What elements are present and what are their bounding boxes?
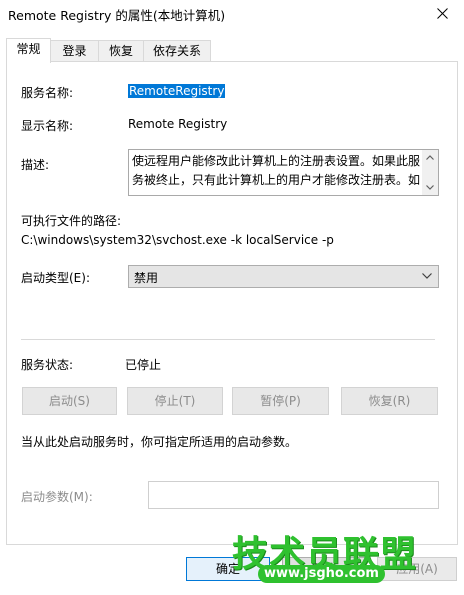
service-status-label: 服务状态: [21, 358, 74, 372]
description-scrollbar[interactable] [422, 150, 438, 195]
start-params-input[interactable] [148, 481, 439, 509]
description-box[interactable]: 使远程用户能修改此计算机上的注册表设置。如果此服务被终止，只有此计算机上的用户才… [128, 149, 439, 196]
startup-type-label: 启动类型(E): [21, 271, 90, 285]
title-bar: Remote Registry 的属性(本地计算机) [0, 0, 464, 28]
description-label: 描述: [21, 158, 50, 172]
button-label: 启动(S) [49, 394, 90, 408]
tab-label: 恢复 [108, 44, 133, 58]
tab-general[interactable]: 常规 [6, 38, 51, 63]
close-button[interactable] [428, 0, 458, 28]
watermark-url: www.jsgho.com [258, 565, 385, 583]
tab-label: 登录 [62, 44, 87, 58]
service-name-text: RemoteRegistry [128, 84, 226, 98]
section-divider [21, 339, 435, 340]
start-button[interactable]: 启动(S) [22, 387, 117, 415]
service-name-value[interactable]: RemoteRegistry [128, 84, 226, 98]
button-label: 恢复(R) [368, 394, 411, 408]
tab-recovery[interactable]: 恢复 [98, 40, 144, 62]
tab-dependencies[interactable]: 依存关系 [143, 40, 211, 62]
service-name-label: 服务名称: [21, 86, 74, 100]
pause-button[interactable]: 暂停(P) [232, 387, 329, 415]
chevron-down-icon [422, 273, 432, 279]
tab-label: 常规 [16, 42, 41, 56]
start-params-hint: 当从此处启动服务时，你可指定所适用的启动参数。 [21, 435, 298, 449]
start-params-label: 启动参数(M): [21, 490, 93, 504]
tab-logon[interactable]: 登录 [50, 40, 99, 62]
display-name-label: 显示名称: [21, 119, 74, 133]
startup-type-select[interactable]: 禁用 [128, 265, 439, 288]
service-status-value: 已停止 [125, 358, 162, 372]
button-label: 停止(T) [154, 394, 196, 408]
close-icon [437, 8, 448, 19]
watermark: 技术员联盟 www.jsgho.com [232, 525, 432, 587]
tab-label: 依存关系 [152, 44, 201, 58]
exe-path-label: 可执行文件的路径: [21, 214, 122, 228]
startup-type-value: 禁用 [134, 271, 159, 285]
exe-path-value[interactable]: C:\windows\system32\svchost.exe -k local… [21, 233, 334, 247]
stop-button[interactable]: 停止(T) [127, 387, 223, 415]
resume-button[interactable]: 恢复(R) [341, 387, 438, 415]
general-panel: 服务名称: RemoteRegistry 显示名称: Remote Regist… [6, 61, 458, 545]
window-title: Remote Registry 的属性(本地计算机) [8, 8, 226, 23]
button-label: 暂停(P) [260, 394, 301, 408]
display-name-value[interactable]: Remote Registry [128, 117, 227, 131]
scroll-down-icon[interactable] [426, 185, 434, 190]
scroll-up-icon[interactable] [426, 155, 434, 160]
description-text: 使远程用户能修改此计算机上的注册表设置。如果此服务被终止，只有此计算机上的用户才… [132, 154, 421, 187]
